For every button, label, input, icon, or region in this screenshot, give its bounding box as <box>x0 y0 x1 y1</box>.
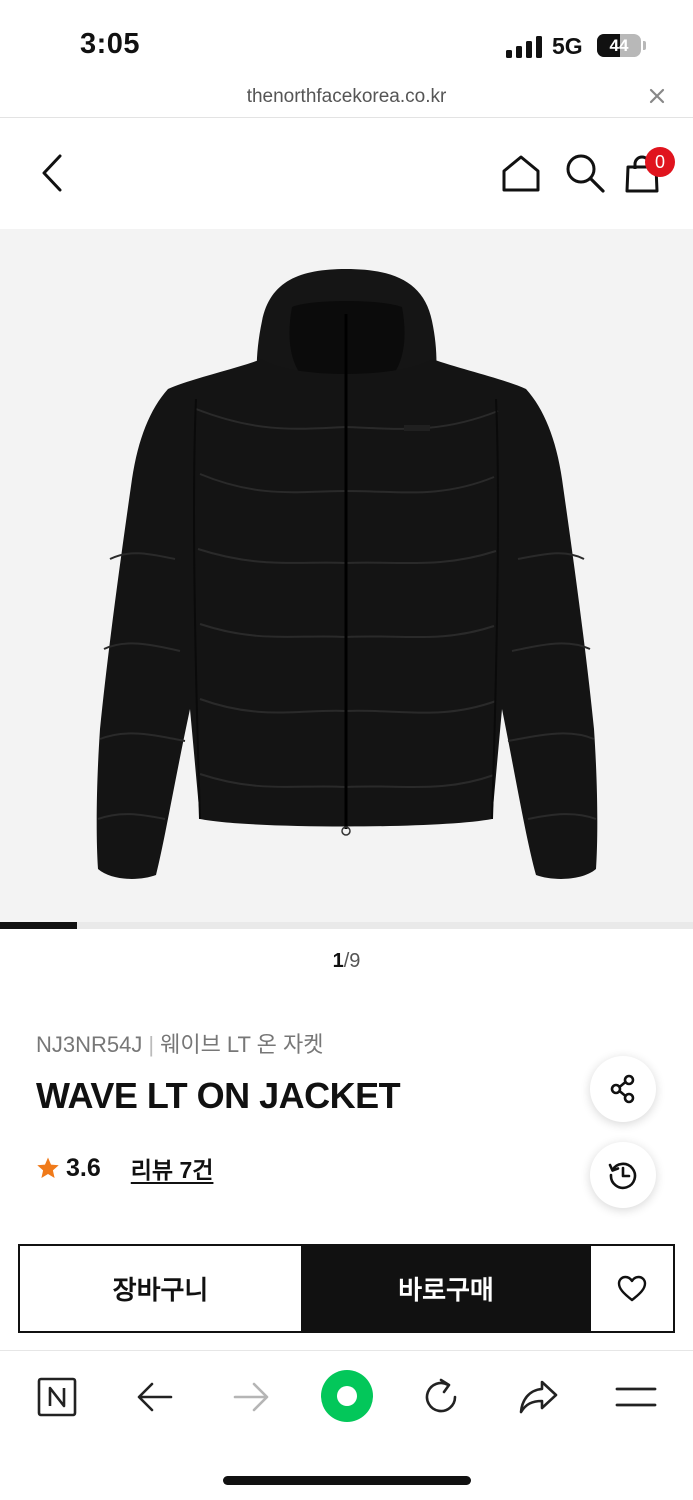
gallery-pager: 1/9 <box>0 950 693 973</box>
reviews-link[interactable]: 리뷰 7건 <box>131 1151 214 1185</box>
battery-tip <box>643 41 646 50</box>
menu-icon[interactable] <box>615 1377 657 1417</box>
gallery-progress-fill <box>0 922 77 929</box>
product-code: NJ3NR54J <box>36 1032 143 1057</box>
product-rating: 3.6 리뷰 7건 <box>36 1152 213 1184</box>
battery-level: 44 <box>609 36 629 55</box>
heart-icon <box>617 1275 647 1301</box>
jacket-image <box>96 269 598 879</box>
subtitle-separator: | <box>148 1032 155 1057</box>
back-icon[interactable] <box>136 1377 174 1417</box>
rating-score: 3.6 <box>66 1153 101 1182</box>
site-header <box>0 119 693 229</box>
signal-icon <box>506 36 542 58</box>
share-forward-icon[interactable] <box>518 1377 560 1417</box>
naver-home-icon[interactable] <box>37 1377 77 1417</box>
back-arrow-icon[interactable] <box>38 153 66 193</box>
gallery-progress <box>0 922 693 929</box>
product-image-gallery[interactable] <box>0 229 693 929</box>
home-icon[interactable] <box>501 154 541 192</box>
add-to-cart-button[interactable]: 장바구니 <box>20 1246 303 1331</box>
purchase-actions: 장바구니 바로구매 <box>18 1244 675 1333</box>
battery-icon: 44 <box>597 34 641 57</box>
url-text[interactable]: thenorthfacekorea.co.kr <box>0 86 693 108</box>
star-icon <box>37 1157 59 1178</box>
share-button[interactable] <box>590 1056 656 1122</box>
refresh-icon[interactable] <box>421 1377 461 1417</box>
status-time: 3:05 <box>80 28 141 60</box>
close-icon[interactable] <box>647 86 667 106</box>
green-dot-icon[interactable] <box>320 1369 374 1423</box>
wishlist-button[interactable] <box>589 1246 673 1331</box>
pager-current: 1 <box>332 950 344 972</box>
product-subtitle: NJ3NR54J | 웨이브 LT 온 자켓 <box>36 1027 324 1059</box>
status-bar: 3:05 5G 44 <box>0 0 693 78</box>
recent-history-button[interactable] <box>590 1142 656 1208</box>
product-name-ko: 웨이브 LT 온 자켓 <box>160 1032 324 1057</box>
share-icon <box>610 1074 635 1104</box>
home-indicator <box>223 1476 471 1485</box>
history-icon <box>608 1162 637 1190</box>
search-icon[interactable] <box>564 152 606 194</box>
product-title: WAVE LT ON JACKET <box>36 1075 401 1116</box>
cart-count-badge: 0 <box>645 147 675 177</box>
buy-now-button[interactable]: 바로구매 <box>303 1246 589 1331</box>
url-bar[interactable]: thenorthfacekorea.co.kr <box>0 78 693 118</box>
network-type: 5G <box>552 33 583 59</box>
forward-icon[interactable] <box>232 1377 270 1417</box>
pager-total: 9 <box>349 950 361 972</box>
